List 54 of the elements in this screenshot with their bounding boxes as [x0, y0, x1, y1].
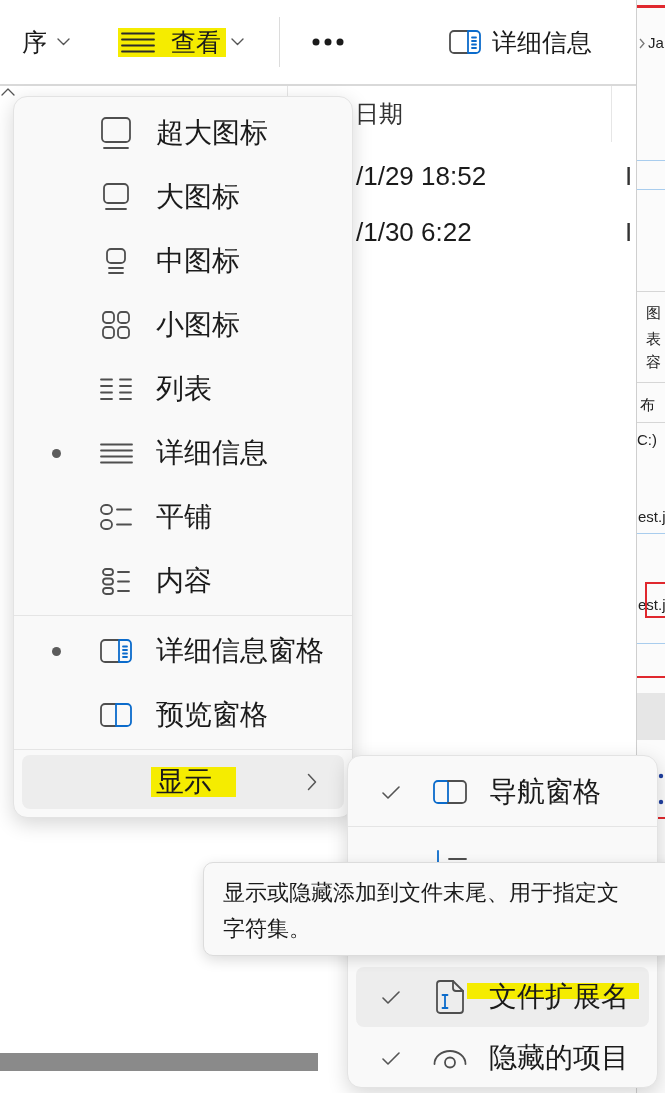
list-item-text: C:)	[637, 430, 657, 450]
chevron-down-icon	[57, 38, 70, 46]
navigation-pane-icon	[433, 780, 467, 804]
lines-icon	[99, 442, 133, 464]
tiles-icon	[100, 504, 132, 530]
lines-icon	[121, 31, 155, 53]
selected-row	[637, 160, 665, 190]
scrollbar-thumb[interactable]	[0, 1053, 318, 1071]
dots-icon	[658, 773, 664, 805]
table-cell-text: I	[624, 219, 633, 245]
menu-item[interactable]: 中图标	[22, 229, 344, 293]
eye-icon	[433, 1047, 467, 1069]
list-item-text: est.j	[638, 507, 665, 527]
preview-pane-icon	[100, 703, 132, 727]
menu-item[interactable]: 超大图标	[22, 101, 344, 165]
list-item-text: 容	[646, 352, 661, 372]
details-pane-icon	[449, 30, 481, 54]
small-frame-icon	[106, 247, 126, 275]
panel-bar	[637, 693, 665, 740]
menu-item[interactable]: 预览窗格	[22, 683, 344, 747]
menu-item[interactable]: 内容	[22, 549, 344, 613]
details-pane-icon	[100, 639, 132, 663]
document-icon	[436, 980, 464, 1014]
menu-item[interactable]: 详细信息	[22, 421, 344, 485]
list-icon	[100, 378, 132, 400]
menu-item[interactable]: 隐藏的项目	[356, 1029, 649, 1087]
sort-button[interactable]: 序	[22, 29, 70, 55]
chevron-down-icon	[231, 38, 244, 46]
table-cell-text: I	[624, 163, 633, 189]
details-button[interactable]: 详细信息	[449, 29, 592, 55]
more-button[interactable]	[312, 38, 344, 46]
menu-item[interactable]: 列表	[22, 357, 344, 421]
chevron-right-icon	[639, 37, 645, 49]
menu-item[interactable]: 大图标	[22, 165, 344, 229]
list-item-text: 图	[646, 303, 661, 323]
menu-item[interactable]: 导航窗格	[356, 760, 649, 824]
breadcrumb-text: Ja	[648, 33, 664, 53]
date-cell-text: /1/29 18:52	[356, 163, 488, 189]
grid-icon	[102, 311, 130, 339]
date-cell-text: /1/30 6:22	[356, 219, 473, 245]
menu-item[interactable]: 详细信息窗格	[22, 619, 344, 683]
menu-item[interactable]: 显示	[22, 755, 344, 809]
column-header[interactable]: 日期	[355, 102, 403, 126]
menu-item[interactable]: 平铺	[22, 485, 344, 549]
list-item-text: 表	[646, 329, 661, 349]
menu-item[interactable]: 小图标	[22, 293, 344, 357]
more-icon	[312, 38, 344, 46]
large-frame-icon	[101, 116, 131, 150]
chevron-right-icon	[307, 773, 317, 791]
caret-up-icon	[1, 88, 15, 96]
tooltip-text: 显示或隐藏添加到文件末尾、用于指定文 字符集。	[223, 879, 619, 943]
list-item-text: 布	[640, 395, 655, 415]
frame-icon	[103, 183, 129, 211]
content-icon	[102, 567, 130, 595]
